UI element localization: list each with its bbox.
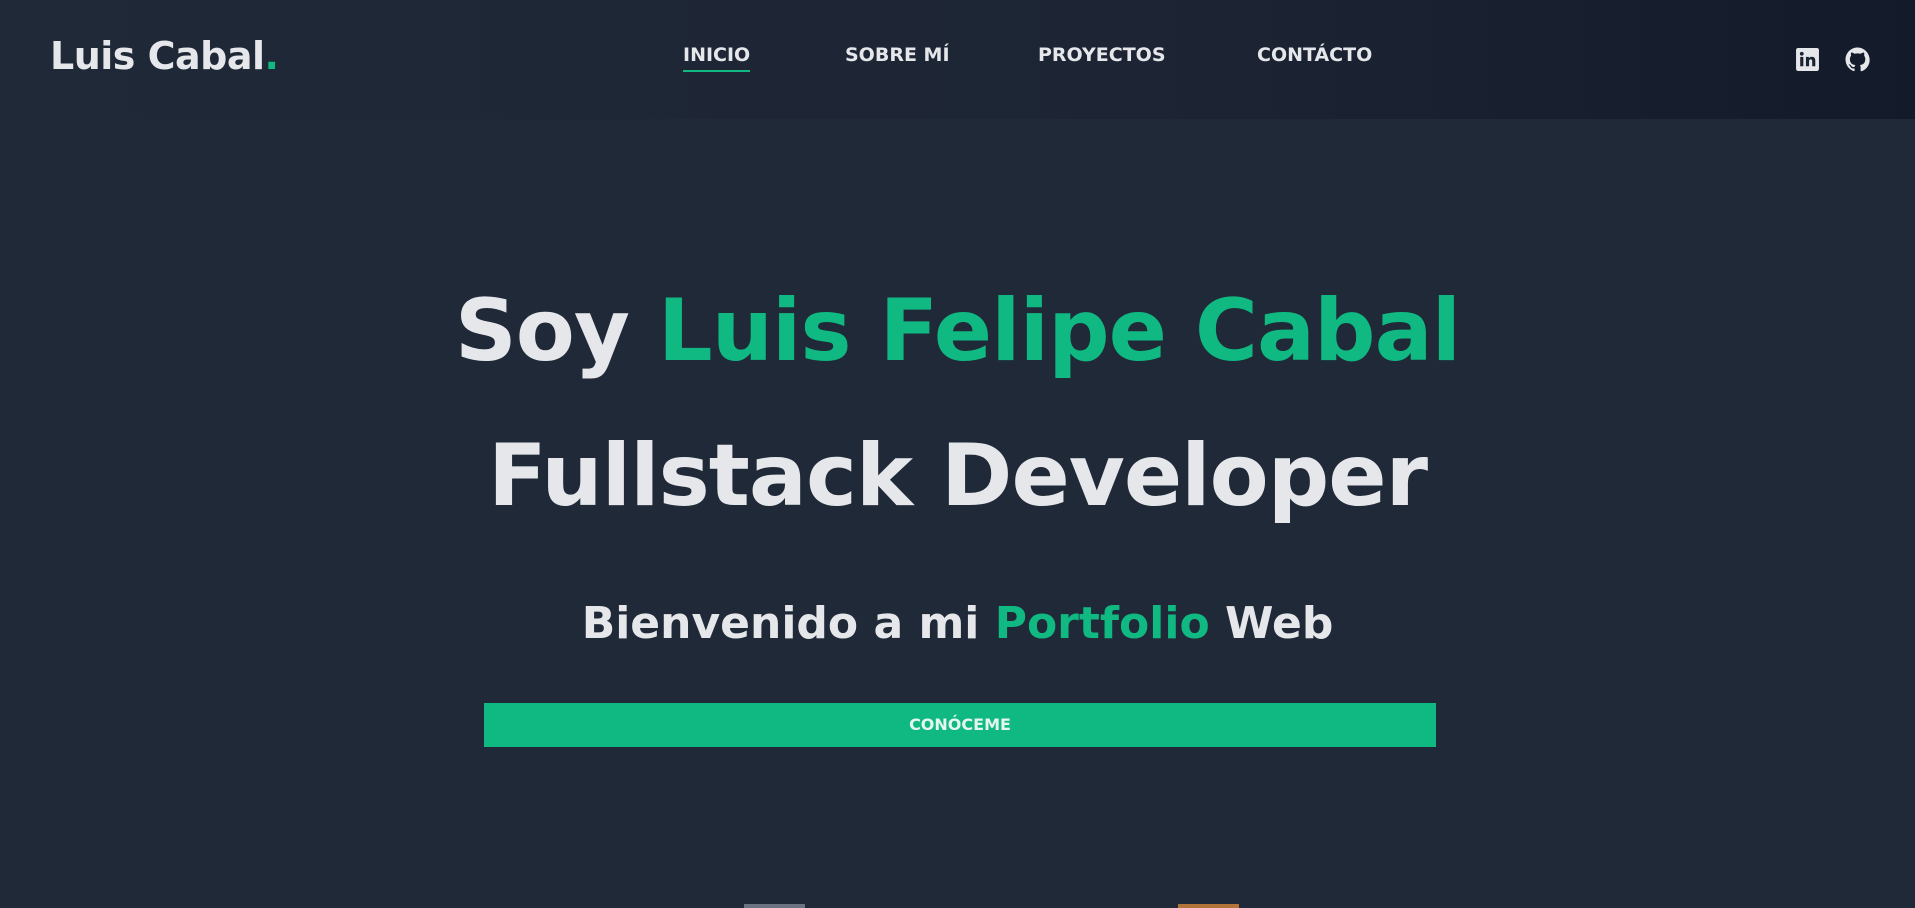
- nav-item-contacto[interactable]: CONTÁCTO: [1257, 44, 1372, 70]
- hero-subtitle-highlight: Portfolio: [994, 598, 1210, 649]
- hero-title-name: Luis Felipe Cabal: [657, 281, 1461, 381]
- site-header: Luis Cabal. INICIO SOBRE MÍ PROYECTOS CO…: [0, 0, 1915, 119]
- nav-item-sobre-mi[interactable]: SOBRE MÍ: [845, 44, 950, 70]
- nav-item-inicio[interactable]: INICIO: [683, 44, 751, 72]
- linkedin-icon[interactable]: [1795, 47, 1820, 72]
- section-peek-right: [1178, 904, 1239, 908]
- hero-title-prefix: Soy: [454, 281, 658, 381]
- hero-title-line2: Fullstack Developer: [487, 426, 1428, 526]
- hero-subtitle-prefix: Bienvenido a mi: [581, 598, 995, 649]
- section-peek-left: [744, 904, 805, 908]
- hero-subtitle: Bienvenido a mi Portfolio Web: [0, 598, 1915, 651]
- github-icon[interactable]: [1845, 47, 1870, 72]
- conoceme-button[interactable]: CONÓCEME: [484, 703, 1436, 747]
- nav-item-proyectos[interactable]: PROYECTOS: [1038, 44, 1166, 70]
- hero-title-line1: Soy Luis Felipe Cabal: [0, 280, 1915, 383]
- hero-subtitle-suffix: Web: [1209, 598, 1334, 649]
- main-nav: INICIO SOBRE MÍ PROYECTOS CONTÁCTO: [0, 44, 1915, 84]
